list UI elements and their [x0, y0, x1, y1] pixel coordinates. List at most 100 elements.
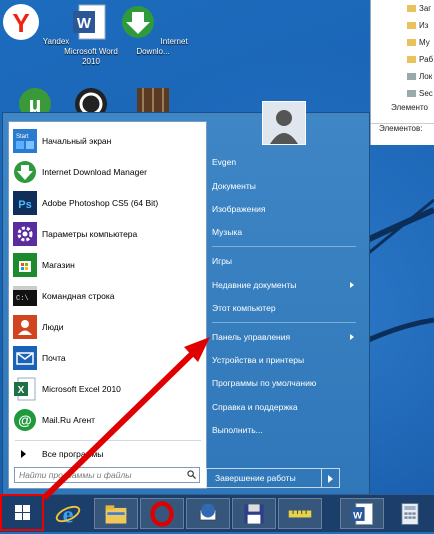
excel-icon: X — [14, 377, 36, 400]
folder-icon — [407, 39, 416, 46]
app-people[interactable]: Люди — [11, 312, 204, 341]
svg-text:W: W — [77, 15, 92, 32]
svg-text:C:\: C:\ — [16, 295, 29, 303]
right-item-run[interactable]: Выполнить... — [208, 420, 358, 440]
right-item-recent-documents[interactable]: Недавние документы — [208, 275, 358, 295]
idm-icon — [14, 160, 36, 183]
taskbar-ruler[interactable] — [278, 498, 322, 529]
start-badge: Start — [16, 134, 29, 140]
right-item-games[interactable]: Игры — [208, 251, 358, 271]
explorer-row[interactable]: Раб — [371, 51, 434, 68]
app-label: Параметры компьютера — [42, 228, 138, 239]
right-item-evgen[interactable]: Evgen — [208, 152, 358, 172]
right-item-label: Изображения — [212, 204, 266, 214]
app-start-screen[interactable]: Start Начальный экран — [11, 126, 204, 155]
app-mailru-agent[interactable]: @ Mail.Ru Агент — [11, 405, 204, 434]
explorer-row-label: Из — [419, 21, 429, 30]
app-command-prompt[interactable]: C:\ Командная строка — [11, 281, 204, 310]
desktop-icon-label: Microsoft Word 2010 — [64, 47, 118, 66]
right-item-this-pc[interactable]: Этот компьютер — [208, 298, 358, 318]
taskbar-file-explorer[interactable] — [94, 498, 138, 529]
right-item-help-support[interactable]: Справка и поддержка — [208, 397, 358, 417]
word-icon: W — [73, 4, 106, 40]
right-item-label: Музыка — [212, 227, 243, 237]
right-item-label: Недавние документы — [212, 280, 297, 290]
folder-icon — [407, 22, 416, 29]
app-label: Mail.Ru Агент — [42, 414, 96, 425]
app-idm[interactable]: Internet Download Manager — [11, 157, 204, 186]
right-item-label: Этот компьютер — [212, 303, 276, 313]
right-item-music[interactable]: Музыка — [208, 222, 358, 242]
taskbar-word[interactable]: W — [340, 498, 384, 529]
explorer-row-label: Заг — [419, 4, 432, 13]
mail-icon — [13, 345, 37, 370]
app-pc-settings[interactable]: Параметры компьютера — [11, 219, 204, 248]
ruler-icon — [288, 510, 312, 517]
app-label: Начальный экран — [42, 135, 112, 146]
calculator-icon — [401, 502, 419, 525]
app-excel[interactable]: X Microsoft Excel 2010 — [11, 374, 204, 403]
explorer-row[interactable]: Из — [371, 17, 434, 34]
right-item-pictures[interactable]: Изображения — [208, 199, 358, 219]
all-programs-button[interactable]: Все программы — [11, 445, 204, 463]
drive-icon — [407, 90, 416, 97]
taskbar-calculator[interactable] — [388, 498, 432, 529]
app-label: Командная строка — [42, 290, 115, 301]
settings-gear-icon — [13, 221, 37, 246]
right-item-documents[interactable]: Документы — [208, 176, 358, 196]
programs-separator — [15, 440, 201, 441]
drive-icon — [407, 73, 416, 80]
taskbar-opera[interactable] — [140, 498, 184, 529]
folder-icon — [407, 56, 416, 63]
app-label: Adobe Photoshop CS5 (64 Bit) — [42, 197, 159, 208]
search-input[interactable]: Найти программы и файлы — [14, 467, 200, 483]
user-avatar[interactable] — [262, 101, 306, 145]
desktop-icon-word[interactable]: W Microsoft Word 2010 — [56, 2, 126, 67]
submenu-arrow-icon — [350, 334, 354, 340]
app-photoshop[interactable]: Ps Adobe Photoshop CS5 (64 Bit) — [11, 188, 204, 217]
shutdown-label: Завершение работы — [215, 473, 296, 483]
right-separator — [212, 322, 356, 323]
right-item-label: Панель управления — [212, 332, 291, 342]
taskbar: e W — [0, 494, 434, 532]
right-item-label: Выполнить... — [212, 425, 263, 435]
store-icon — [13, 252, 37, 277]
svg-text:X: X — [18, 385, 25, 396]
explorer-status: Элементо — [391, 103, 428, 112]
thunderbird-icon — [199, 503, 217, 520]
explorer-row-label: Лок — [419, 72, 433, 81]
desktop-icon-idm[interactable]: Internet Downlo... — [118, 2, 188, 57]
shutdown-button[interactable]: Завершение работы — [206, 468, 322, 488]
app-label: Люди — [42, 321, 64, 332]
folder-icon — [407, 5, 416, 12]
explorer-row[interactable]: Лок — [371, 68, 434, 85]
explorer-row[interactable]: Заг — [371, 0, 434, 17]
start-screen-icon: Start — [13, 128, 37, 153]
shutdown-options-button[interactable] — [322, 468, 340, 488]
right-item-label: Справка и поддержка — [212, 402, 298, 412]
right-item-label: Evgen — [212, 157, 237, 167]
taskbar-thunderbird[interactable] — [186, 498, 230, 529]
right-item-label: Игры — [212, 256, 233, 266]
app-store[interactable]: Магазин — [11, 250, 204, 279]
right-item-control-panel[interactable]: Панель управления — [208, 327, 358, 347]
svg-text:e: e — [63, 501, 74, 528]
programs-pane: Start Начальный экран Internet Download … — [8, 121, 207, 489]
right-item-label: Устройства и принтеры — [212, 355, 305, 365]
explorer-status-bar: Элементов: — [371, 123, 434, 137]
search-icon[interactable] — [187, 470, 196, 479]
app-label: Почта — [42, 352, 66, 363]
explorer-row[interactable]: Му — [371, 34, 434, 51]
app-label: Microsoft Excel 2010 — [42, 383, 121, 394]
right-item-default-programs[interactable]: Программы по умолчанию — [208, 373, 358, 393]
windows-logo-icon — [15, 505, 30, 520]
mailru-agent-icon: @ — [14, 408, 36, 431]
ps-badge: Ps — [18, 199, 31, 211]
explorer-window: Заг Из Му Раб Лок Sec Элементо Элементов… — [370, 0, 434, 145]
explorer-row[interactable]: Sec — [371, 85, 434, 102]
taskbar-ie[interactable]: e — [46, 498, 90, 529]
taskbar-save[interactable] — [232, 498, 276, 529]
start-button[interactable] — [0, 494, 44, 531]
app-mail[interactable]: Почта — [11, 343, 204, 372]
right-item-devices-printers[interactable]: Устройства и принтеры — [208, 350, 358, 370]
